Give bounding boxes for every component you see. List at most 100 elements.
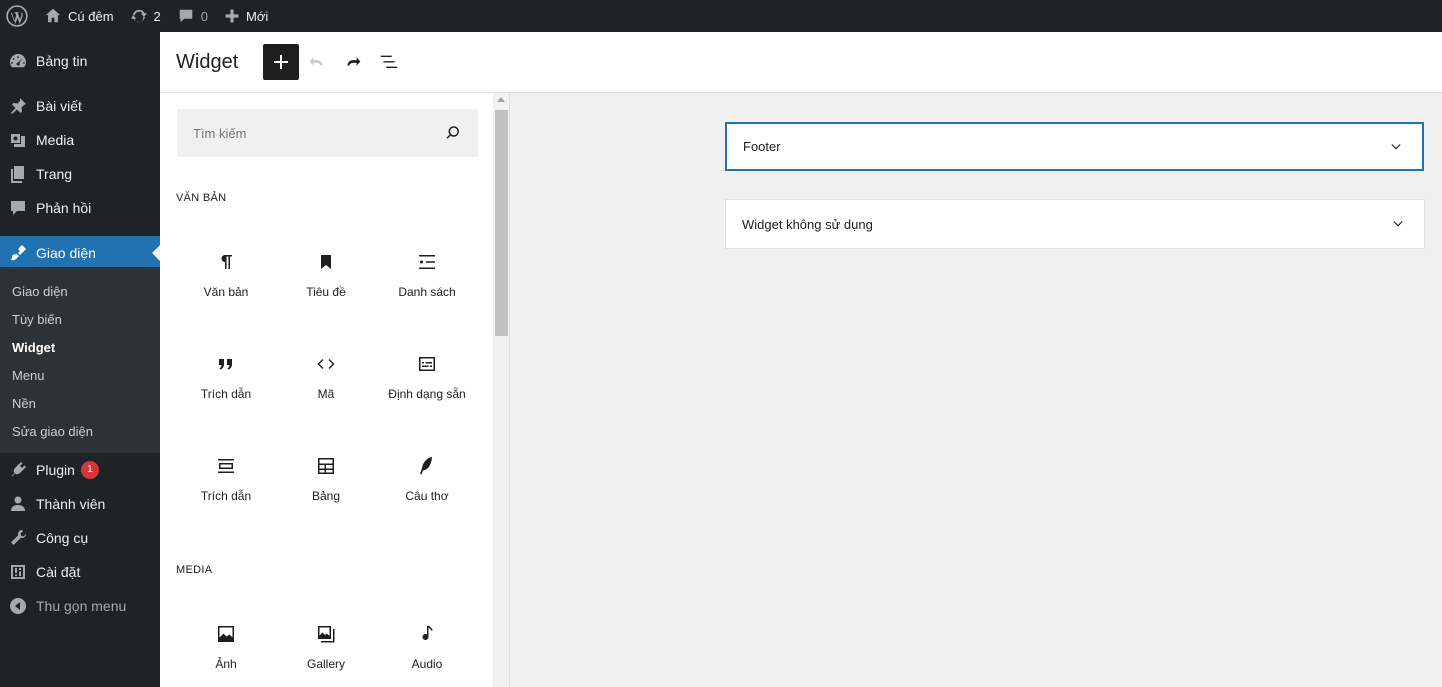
sidebar-item-settings[interactable]: Cài đặt <box>0 555 160 589</box>
page-icon <box>11 166 24 183</box>
widget-area-footer[interactable]: Footer <box>725 122 1424 171</box>
pullquote-icon <box>218 459 234 473</box>
appearance-icon <box>11 245 26 261</box>
block-search <box>177 109 478 157</box>
new-content-link[interactable]: Mới <box>216 0 276 32</box>
quote-icon <box>219 359 232 370</box>
sidebar-item-label: Thành viên <box>36 496 106 512</box>
undo-button[interactable] <box>299 44 335 80</box>
block-item-pullquote[interactable]: Trích dẫn <box>176 444 276 534</box>
gallery-icon <box>318 626 335 643</box>
block-label: Danh sách <box>398 285 456 299</box>
submenu-item-customize[interactable]: Tùy biến <box>12 312 62 327</box>
block-item-audio[interactable]: Audio <box>377 612 477 687</box>
sidebar-item-label: Bài viết <box>36 98 82 114</box>
scroll-up-arrow-icon[interactable] <box>497 97 505 102</box>
block-label: Mã <box>317 387 335 401</box>
block-item-paragraph[interactable]: Văn bản <box>176 240 276 330</box>
admin-sidebar: Bảng tin Bài viết Media Trang Phản hồi G… <box>0 32 160 687</box>
site-name-link[interactable]: Cú đêm <box>36 0 122 32</box>
sidebar-item-dashboard[interactable]: Bảng tin <box>0 44 160 78</box>
block-label: Định dạng sẵn <box>388 387 466 401</box>
updates-count: 2 <box>153 8 161 24</box>
appearance-submenu: Giao diện Tùy biến Widget Menu Nền Sửa g… <box>0 267 160 453</box>
updates-icon <box>130 9 147 23</box>
plugin-icon <box>11 462 26 477</box>
submenu-item-background[interactable]: Nền <box>12 396 36 411</box>
submenu-item-widgets[interactable]: Widget <box>12 340 55 355</box>
redo-button[interactable] <box>335 44 371 80</box>
block-item-gallery[interactable]: Gallery <box>276 612 376 687</box>
comments-count: 0 <box>200 8 208 24</box>
wordpress-logo-icon <box>6 5 28 27</box>
sidebar-item-pages[interactable]: Trang <box>0 157 160 191</box>
bookmark-icon <box>321 255 331 269</box>
sidebar-item-tools[interactable]: Công cụ <box>0 521 160 555</box>
sidebar-item-label: Plugin <box>36 462 75 478</box>
list-view-icon <box>380 55 398 68</box>
list-icon <box>419 255 435 269</box>
redo-icon <box>347 57 361 66</box>
collapse-arrow-icon <box>10 598 26 614</box>
sidebar-item-media[interactable]: Media <box>0 123 160 157</box>
sidebar-item-users[interactable]: Thành viên <box>0 487 160 521</box>
sidebar-item-label: Media <box>36 132 75 148</box>
block-item-image[interactable]: Ảnh <box>176 612 276 687</box>
comments-link[interactable]: 0 <box>169 0 216 32</box>
undo-icon <box>309 57 323 66</box>
submenu-item-theme-editor[interactable]: Sửa giao diện <box>12 424 93 439</box>
block-search-input[interactable] <box>193 125 444 141</box>
chevron-down-icon[interactable] <box>1388 214 1408 234</box>
sidebar-item-label: Phản hồi <box>36 200 92 216</box>
wordpress-logo-button[interactable] <box>0 0 36 32</box>
inserter-scrollbar[interactable] <box>493 93 509 687</box>
updates-link[interactable]: 2 <box>122 0 169 32</box>
block-item-code[interactable]: Mã <box>276 342 376 432</box>
paragraph-icon <box>221 255 232 269</box>
sidebar-item-label: Bảng tin <box>36 53 88 69</box>
sidebar-item-plugins[interactable]: Plugin 1 <box>0 453 160 487</box>
block-label: Trích dẫn <box>200 387 252 401</box>
block-item-table[interactable]: Bảng <box>276 444 376 534</box>
comment-icon <box>179 9 193 23</box>
new-label: Mới <box>246 8 269 24</box>
block-label: Ảnh <box>215 657 237 671</box>
pin-icon <box>11 98 26 114</box>
comment-icon <box>11 201 25 215</box>
sidebar-item-label: Giao diện <box>36 245 96 261</box>
block-label: Audio <box>411 657 443 671</box>
block-item-quote[interactable]: Trích dẫn <box>176 342 276 432</box>
settings-icon <box>11 565 25 579</box>
block-label: Gallery <box>306 657 345 671</box>
block-inserter-panel: Văn bản Văn bản Tiêu đề Danh sách Trích … <box>160 93 510 687</box>
widget-area-title: Widget không sử dụng <box>742 216 873 232</box>
category-title-text: Văn bản <box>176 192 227 204</box>
site-name: Cú đêm <box>68 8 114 24</box>
submenu-item-themes[interactable]: Giao diện <box>12 284 68 299</box>
sidebar-item-appearance[interactable]: Giao diện <box>0 236 160 270</box>
block-item-verse[interactable]: Câu thơ <box>377 444 477 534</box>
widget-area-inactive[interactable]: Widget không sử dụng <box>725 199 1425 249</box>
verse-icon <box>420 457 432 475</box>
submenu-item-menus[interactable]: Menu <box>12 368 45 383</box>
collapse-menu-button[interactable]: Thu gọn menu <box>0 589 160 623</box>
chevron-down-icon[interactable] <box>1386 137 1406 157</box>
block-item-preformatted[interactable]: Định dạng sẵn <box>377 342 477 432</box>
scrollbar-thumb[interactable] <box>495 110 508 336</box>
plus-icon <box>225 9 239 23</box>
sidebar-item-comments[interactable]: Phản hồi <box>0 191 160 225</box>
block-item-heading[interactable]: Tiêu đề <box>276 240 376 330</box>
category-title-media: Media <box>176 564 213 576</box>
plugin-update-badge: 1 <box>80 461 99 479</box>
media-icon <box>11 134 25 147</box>
sidebar-item-posts[interactable]: Bài viết <box>0 89 160 123</box>
list-view-button[interactable] <box>371 44 407 80</box>
user-icon <box>11 496 25 511</box>
block-label: Trích dẫn <box>200 489 252 503</box>
widgets-header: Widget <box>160 32 1442 93</box>
block-item-list[interactable]: Danh sách <box>377 240 477 330</box>
collapse-menu-label: Thu gọn menu <box>36 598 127 614</box>
sidebar-item-label: Trang <box>36 166 73 182</box>
image-icon <box>218 626 234 642</box>
add-block-button[interactable] <box>263 44 299 80</box>
